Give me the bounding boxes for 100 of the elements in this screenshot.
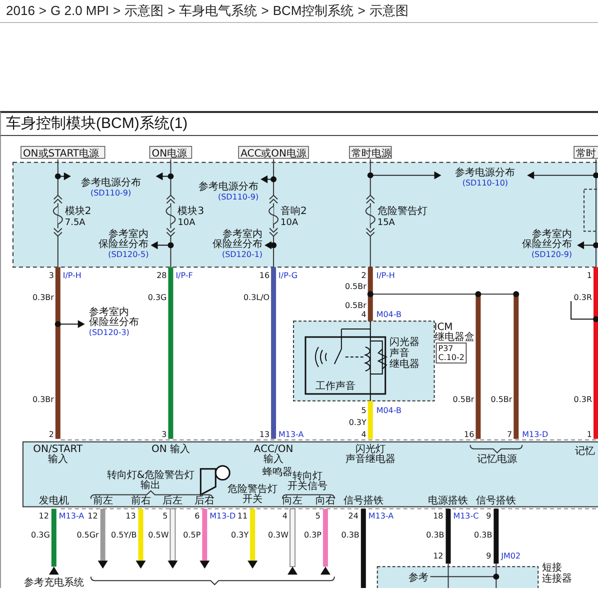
arrowhead-icon [136,560,146,569]
connector-id: I/P-F [176,271,193,280]
pin-number: 7 [507,430,512,439]
pin-number: 5 [361,406,366,415]
pin-number: 16 [259,271,270,280]
pin-number: 1 [586,271,592,280]
breadcrumb-link[interactable]: 车身电气系统 [179,1,258,21]
power-source-label: ON电源 [149,146,192,160]
pin-number: 9 [486,512,492,521]
wire-spec: 0.3R [574,293,592,302]
junction-dot [367,291,374,298]
module-label: 前右 [130,496,151,507]
arrowhead-icon [248,560,258,569]
module-label: 输入 [48,454,68,465]
pin-number: 5 [315,512,320,521]
wire-spec: 0.5Gr [76,530,99,540]
pin-number: 2 [361,271,366,280]
wire-spec: 0.5W [148,530,169,540]
module-label: 记忆 [575,446,596,457]
breadcrumb-link[interactable]: BCM控制系统 [272,1,354,21]
module-label: 信号搭铁 [343,496,384,507]
pin-number: 2 [48,430,54,439]
pin-number: 24 [348,512,358,521]
wire-spec: 0.3Y [348,418,366,427]
connector-id: I/P-H [376,271,395,280]
breadcrumb-separator: > [113,2,121,20]
wire-spec: 0.5Br [344,301,366,310]
breadcrumb-link[interactable]: G 2.0 MPI [50,1,110,21]
pin-number: 13 [259,430,270,439]
wire-spec: 0.3G [148,293,167,302]
reference-code: (SD110-10) [462,178,508,188]
pin-number: 5 [162,512,168,521]
reference-code: (SD120-1) [222,250,263,260]
arrowhead-icon [168,560,178,569]
relay-label: 声音 [389,348,410,359]
wire-spec: 0.3P [304,530,322,540]
fuse-drawing [365,194,376,237]
wire-spec: 0.3Br [32,293,54,302]
module-label: 发电机 [38,496,69,507]
reference-label: 保险丝分布 [98,239,149,250]
breadcrumb-link[interactable]: 示意图 [369,1,408,21]
circuit-lines [430,563,497,588]
wire-spec: 0.3B [341,530,360,540]
reference-code: (SD110-9) [90,188,132,198]
breadcrumb-separator: > [38,2,47,20]
module-label: 输入 [264,454,284,465]
pin-number: 12 [88,512,98,521]
module-label: 开关信号 [287,480,328,492]
junction-dot [54,173,61,180]
location-label: P37 C.10-2 [436,342,467,364]
module-label: 后左 [162,496,183,507]
fuse-rating: 10A [280,218,298,228]
junction-dot [168,242,174,248]
module-label: 信号搭铁 [476,496,516,507]
connector-id: M04-B [376,310,402,320]
module-label: 后右 [194,496,215,507]
reference-code: (SD120-3) [88,328,130,338]
breadcrumb-separator: > [358,2,366,20]
connector-id: M13-A [368,512,394,521]
pin-number: 4 [282,512,288,521]
power-source-label: 常时 [574,146,598,160]
module-label: 转向灯 [292,470,322,482]
power-source-label: ACC或ON电源 [238,146,309,160]
wire-spec: 0.3W [268,530,289,540]
connector-id: M13-A [58,512,84,521]
module-label: 记忆电源 [477,454,518,465]
wire-spec: 0.3B [426,530,444,540]
junction-dot [367,172,374,178]
pin-number: 3 [48,271,54,280]
reference-label: 参考电源分布 [455,167,516,178]
pin-number: 13 [126,512,136,521]
reference-code: (SD110-9) [218,192,259,202]
connector-label: 连接器 [542,574,572,585]
fuse-rating: 15A [377,218,395,228]
wire-spec: 0.3R [574,394,592,404]
wire-spec: 0.5Br [344,282,366,292]
relay-label: 工作声音 [315,380,356,392]
pin-number: 6 [194,512,200,521]
wire-spec: 0.5Br [452,394,474,404]
pin-number: 28 [156,271,167,280]
relay-box-label: 继电器盒 [434,332,474,344]
fuse-name: 危险警告灯 [377,206,428,218]
arrowhead-icon [200,560,210,569]
module-label: 蜂鸣器 [262,466,293,478]
fuse-drawing [268,194,279,237]
pin-number: 18 [433,512,444,521]
pin-number: 11 [237,512,248,521]
diagram-title: 车身控制模块(BCM)系统(1) [6,114,188,134]
connector-id: I/P-H [62,271,82,280]
breadcrumb-link[interactable]: 2016 [6,1,35,21]
reference-label: 保险丝分布 [212,239,263,250]
connector-id: M13-D [522,430,548,439]
arrowhead-icon [98,560,108,569]
breadcrumb-separator: > [261,2,269,20]
fuse-name: 模块2 [64,206,92,218]
reference-label: 保险丝分布 [88,317,139,328]
relay-label: 闪光器 [389,337,420,348]
module-label: 声音继电器 [345,454,396,465]
breadcrumb-link[interactable]: 示意图 [124,1,164,21]
power-source-label: ON或START电源 [20,146,106,160]
